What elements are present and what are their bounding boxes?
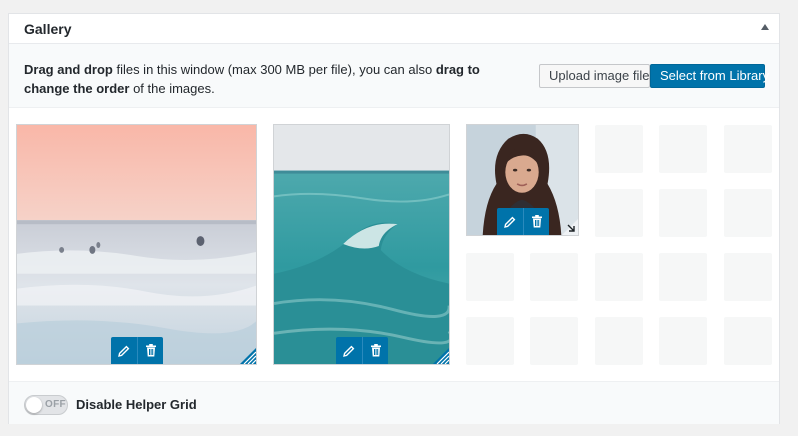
edit-image-button[interactable] [336,337,362,364]
disable-helper-grid-label: Disable Helper Grid [76,397,197,412]
resize-handle-icon[interactable] [562,219,578,235]
grid-placeholder [595,317,643,365]
resize-handle-icon[interactable] [433,348,449,364]
image-toolbar [497,208,549,235]
grid-placeholder [595,253,643,301]
grid-placeholder [659,253,707,301]
pencil-icon [504,216,516,228]
grid-placeholder [724,125,772,173]
grid-placeholder [530,253,578,301]
grid-placeholder [659,189,707,237]
grid-placeholder [724,253,772,301]
grid-placeholder [724,317,772,365]
teal-wave-photo [274,125,449,364]
ocean-surfers-photo [17,125,256,364]
panel-footer: OFF Disable Helper Grid [9,381,779,424]
grid-placeholder [530,317,578,365]
grid-placeholder [595,189,643,237]
trash-icon [531,215,542,228]
instruction-normal-2: of the images. [129,81,215,96]
instruction-bold-drag-drop: Drag and drop [24,62,113,77]
image-toolbar [336,337,388,364]
image-toolbar [111,337,163,364]
pencil-icon [343,345,355,357]
toggle-knob [26,397,42,413]
trash-icon [145,344,156,357]
trash-icon [370,344,381,357]
edit-image-button[interactable] [497,208,523,235]
toggle-state-text: OFF [45,399,66,410]
delete-image-button[interactable] [137,337,163,364]
grid-placeholder [466,253,514,301]
edit-image-button[interactable] [111,337,137,364]
disable-helper-grid-toggle[interactable]: OFF [24,395,68,415]
gallery-image-ocean-surfers[interactable] [16,124,257,365]
grid-placeholder [466,317,514,365]
instruction-normal-1: files in this window (max 300 MB per fil… [112,62,436,77]
pencil-icon [118,345,130,357]
upload-image-files-button[interactable]: Upload image files [539,64,656,88]
panel-title: Gallery [24,21,72,37]
delete-image-button[interactable] [362,337,388,364]
panel-header[interactable]: Gallery [9,14,779,44]
gallery-panel: Gallery Drag and drop files in this wind… [8,13,780,424]
grid-placeholder [659,317,707,365]
gallery-image-teal-wave[interactable] [273,124,450,365]
grid-placeholder [659,125,707,173]
grid-placeholder [595,125,643,173]
resize-handle-icon[interactable] [240,348,256,364]
caret-up-icon[interactable] [761,24,769,30]
gallery-grid [9,109,779,381]
delete-image-button[interactable] [523,208,549,235]
select-from-library-button[interactable]: Select from Library [650,64,769,88]
instruction-bar: Drag and drop files in this window (max … [9,44,779,108]
instruction-text: Drag and drop files in this window (max … [24,60,524,98]
grid-placeholder [724,189,772,237]
gallery-image-portrait[interactable] [466,124,579,236]
